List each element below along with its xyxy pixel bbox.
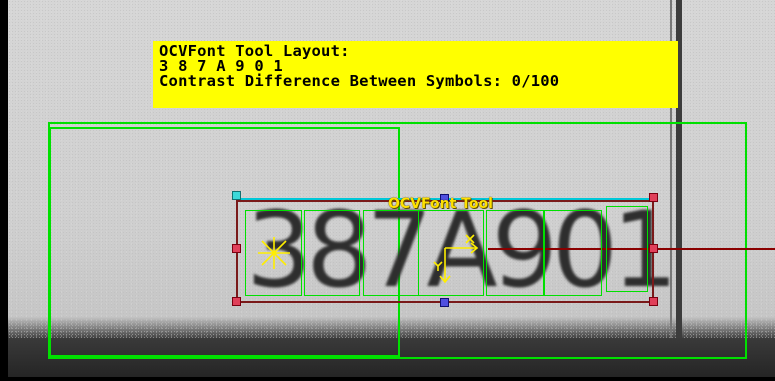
vision-frame: 387A901 OCVFont Tool OCVFont Tool Layout… <box>0 0 775 381</box>
image-viewport[interactable]: 387A901 OCVFont Tool OCVFont Tool Layout… <box>8 0 775 377</box>
tool-handle-top-right[interactable] <box>649 193 658 202</box>
tool-handle-bottom-right[interactable] <box>649 297 658 306</box>
char-cell-7[interactable] <box>363 210 419 296</box>
char-cell-0[interactable] <box>544 210 602 296</box>
tool-label: OCVFont Tool <box>388 196 493 212</box>
char-cell-8[interactable] <box>304 210 360 296</box>
xy-axes-icon[interactable] <box>433 232 485 288</box>
tool-handle-bottom-mid[interactable] <box>440 298 449 307</box>
tool-handle-mid-left[interactable] <box>232 244 241 253</box>
char-cell-1[interactable] <box>606 206 648 292</box>
tool-handle-mid-right[interactable] <box>649 244 658 253</box>
char-cell-9[interactable] <box>486 210 544 296</box>
tool-handle-top-left[interactable] <box>232 191 241 200</box>
tool-handle-bottom-left[interactable] <box>232 297 241 306</box>
crosshair-star-icon[interactable] <box>256 235 292 271</box>
layout-info-overlay: OCVFont Tool Layout: 3 8 7 A 9 0 1 Contras… <box>153 41 678 108</box>
overlay-contrast: Contrast Difference Between Symbols: 0/1… <box>159 72 560 90</box>
